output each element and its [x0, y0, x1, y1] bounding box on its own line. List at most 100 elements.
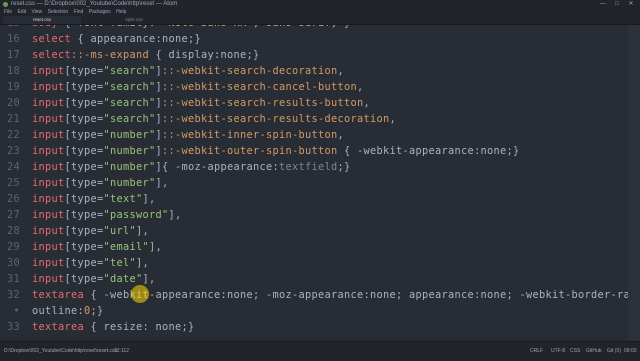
status-git[interactable]: Git (0) — [607, 342, 621, 361]
maximize-button[interactable]: □ — [610, 0, 624, 9]
code-line[interactable]: 23 input[type="number"]::-webkit-outer-sp… — [0, 143, 640, 159]
line-number: 22 — [0, 127, 20, 143]
code-token: body — [32, 25, 58, 29]
line-number: 26 — [0, 191, 20, 207]
tab-reset-css[interactable]: reset.css — [3, 16, 81, 24]
code-token: "password" — [104, 209, 169, 221]
code-token: [type= — [65, 257, 104, 269]
menu-bar: File Edit View Selection Find Packages H… — [0, 9, 640, 16]
code-token: ;} — [188, 33, 201, 45]
code-line[interactable]: 33textarea { resize: none;} — [0, 319, 640, 335]
line-number: 29 — [0, 239, 20, 255]
code-token: "number" — [104, 161, 156, 173]
code-text: input[type="tel"], — [32, 255, 149, 271]
code-token: [type= — [65, 209, 104, 221]
code-line[interactable]: 32textarea { -webkit-appearance:none; -m… — [0, 287, 640, 303]
code-token: , — [363, 97, 370, 109]
status-grammar[interactable]: CSS — [570, 342, 580, 361]
code-line[interactable]: 26input[type="text"], — [0, 191, 640, 207]
status-cursor-position[interactable]: 32:112 — [114, 342, 129, 361]
code-token: [type= — [65, 65, 104, 77]
line-number: 27 — [0, 207, 20, 223]
code-token: , — [389, 113, 396, 125]
code-text: input[type="search"]::-webkit-search-res… — [32, 111, 396, 127]
code-token: "date" — [104, 273, 143, 285]
code-token: textarea — [32, 321, 84, 333]
code-text: input[type="search"]::-webkit-search-can… — [32, 79, 363, 95]
code-token: { — [337, 145, 357, 157]
menu-view[interactable]: View — [31, 9, 42, 16]
code-token: ::-webkit-outer-spin-button — [162, 145, 337, 157]
code-token: "number" — [104, 177, 156, 189]
code-line[interactable]: 17select::-ms-expand { display:none;} — [0, 47, 640, 63]
status-github[interactable]: GitHub — [586, 342, 602, 361]
code-token: textfield — [279, 161, 338, 173]
code-token: input — [32, 193, 65, 205]
code-token: font-family — [78, 25, 150, 29]
code-token: input — [32, 161, 65, 173]
code-token: input — [32, 145, 65, 157]
code-line[interactable]: • outline:0;} — [0, 303, 640, 319]
code-token: appearance — [409, 289, 474, 301]
code-line[interactable]: 31input[type="date"], — [0, 271, 640, 287]
code-text: outline:0;} — [32, 303, 104, 319]
code-token: resize — [104, 321, 143, 333]
line-number: 16 — [0, 31, 20, 47]
code-token: "number" — [104, 129, 156, 141]
code-token: "search" — [104, 113, 156, 125]
code-line[interactable]: 20input[type="search"]::-webkit-search-r… — [0, 95, 640, 111]
status-time: 09:03 — [624, 342, 637, 361]
tab-style-css[interactable]: style.css — [95, 16, 173, 24]
code-line[interactable]: 19input[type="search"]::-webkit-search-c… — [0, 79, 640, 95]
menu-edit[interactable]: Edit — [17, 9, 26, 16]
code-token: ; — [507, 289, 520, 301]
code-token: { — [84, 321, 104, 333]
line-number: • — [0, 303, 20, 319]
code-token: ;} — [91, 305, 104, 317]
code-text: input[type="password"], — [32, 207, 182, 223]
code-line[interactable]: 25input[type="number"], — [0, 175, 640, 191]
code-token: appearance — [91, 33, 156, 45]
code-token: { — [84, 289, 104, 301]
code-editor[interactable]: 15body { font-family: "Noto Sans KR", sa… — [0, 25, 640, 341]
line-number: 21 — [0, 111, 20, 127]
code-line[interactable]: 28input[type="url"], — [0, 223, 640, 239]
line-number: 31 — [0, 271, 20, 287]
code-line[interactable]: 16select { appearance:none;} — [0, 31, 640, 47]
close-button[interactable]: ✕ — [624, 0, 638, 9]
code-token: none — [481, 289, 507, 301]
code-token: textarea — [32, 289, 84, 301]
code-line[interactable]: 21 input[type="search"]::-webkit-search-r… — [0, 111, 640, 127]
line-number: 24 — [0, 159, 20, 175]
code-token: -moz-appearance — [175, 161, 273, 173]
status-line-ending[interactable]: CRLF — [530, 342, 543, 361]
code-line[interactable]: 18input[type="search"]::-webkit-search-d… — [0, 63, 640, 79]
code-text: textarea { resize: none;} — [32, 319, 195, 335]
menu-find[interactable]: Find — [74, 9, 84, 16]
code-token: -webkit-border-radius — [520, 289, 640, 301]
code-token: input — [32, 241, 65, 253]
code-line[interactable]: 29input[type="email"], — [0, 239, 640, 255]
line-number: 32 — [0, 287, 20, 303]
code-line[interactable]: 24input[type="number"]{ -moz-appearance:… — [0, 159, 640, 175]
menu-packages[interactable]: Packages — [89, 9, 111, 16]
code-line[interactable]: 22input[type="number"]::-webkit-inner-sp… — [0, 127, 640, 143]
code-line[interactable]: 27 input[type="password"], — [0, 207, 640, 223]
menu-selection[interactable]: Selection — [48, 9, 69, 16]
line-number: 23 — [0, 143, 20, 159]
line-number: 28 — [0, 223, 20, 239]
line-number: 30 — [0, 255, 20, 271]
menu-file[interactable]: File — [4, 9, 12, 16]
code-token: ::-webkit-search-decoration — [162, 65, 337, 77]
code-line[interactable]: 30 input[type="tel"], — [0, 255, 640, 271]
code-token: input — [32, 129, 65, 141]
minimize-button[interactable]: — — [596, 0, 610, 9]
code-token: ], — [143, 273, 156, 285]
menu-help[interactable]: Help — [116, 9, 126, 16]
code-token: input — [32, 113, 65, 125]
editor-scrollbar[interactable] — [628, 25, 640, 341]
code-text: input[type="number"]::-webkit-outer-spin… — [32, 143, 519, 159]
code-token: ;} — [182, 321, 195, 333]
status-encoding[interactable]: UTF-8 — [551, 342, 565, 361]
status-file-path[interactable]: D:\Dropbox\002_Youtube\Code\http\reset\r… — [4, 342, 117, 361]
